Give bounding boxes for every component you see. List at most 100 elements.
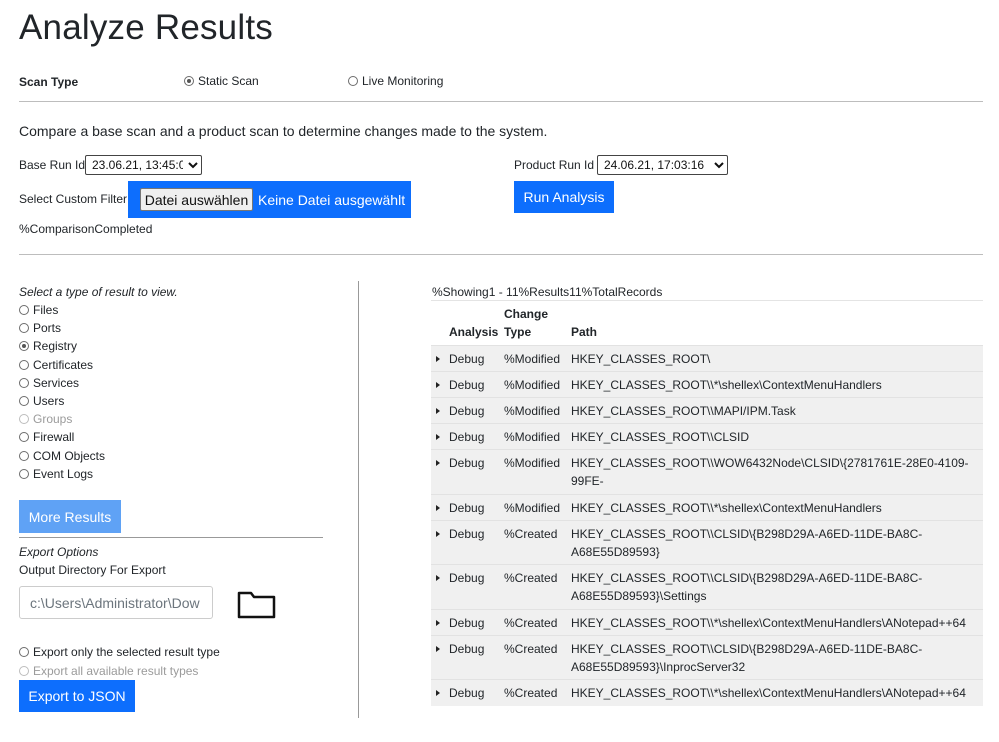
page-title: Analyze Results (19, 8, 273, 47)
header-change-type-line1[interactable]: Change (504, 307, 548, 321)
radio-indicator[interactable] (19, 359, 29, 370)
header-change-type-line2[interactable]: Type (504, 325, 531, 339)
radio-indicator[interactable] (19, 395, 29, 406)
cell-path: HKEY_CLASSES_ROOT\\CLSID\{B298D29A-A6ED-… (571, 569, 922, 605)
table-row[interactable]: Debug %Modified HKEY_CLASSES_ROOT\\*\shell… (431, 371, 983, 398)
cell-analysis: Debug (449, 616, 485, 630)
cell-analysis: Debug (449, 686, 485, 700)
result-type-com-objects[interactable]: COM Objects (19, 447, 105, 465)
export-json-button[interactable]: Export to JSON (19, 680, 135, 712)
result-type-label: Registry (33, 339, 78, 354)
expand-caret-icon[interactable] (436, 460, 440, 466)
cell-change-type: %Modified (504, 378, 561, 392)
cell-path-line1: HKEY_CLASSES_ROOT\\MAPI/IPM.Task (571, 404, 796, 418)
cell-analysis: Debug (449, 352, 485, 366)
result-type-event-logs[interactable]: Event Logs (19, 465, 105, 483)
base-run-select[interactable]: 23.06.21, 13:45:09 (85, 155, 202, 175)
expand-caret-icon[interactable] (436, 408, 440, 414)
radio-indicator[interactable] (19, 432, 29, 443)
result-type-files[interactable]: Files (19, 301, 105, 319)
product-run-select[interactable]: 24.06.21, 17:03:16 (597, 155, 728, 175)
table-row[interactable]: Debug %Modified HKEY_CLASSES_ROOT\\*\shell… (431, 494, 983, 521)
cell-path: HKEY_CLASSES_ROOT\\*\shellex\ContextMenu… (571, 499, 882, 517)
result-type-label: Certificates (33, 357, 94, 372)
cell-path-line1: HKEY_CLASSES_ROOT\\WOW6432Node\CLSID\{27… (571, 456, 969, 488)
live-monitoring-radio[interactable]: Live Monitoring (348, 74, 443, 88)
more-results-button[interactable]: More Results (19, 500, 121, 533)
cell-path-line1: HKEY_CLASSES_ROOT\\*\shellex\ContextMenu… (571, 616, 966, 630)
cell-path-line1: HKEY_CLASSES_ROOT\\CLSID\{B298D29A-A6ED-… (571, 642, 923, 656)
expand-caret-icon[interactable] (436, 575, 440, 581)
result-type-firewall[interactable]: Firewall (19, 428, 105, 446)
table-row[interactable]: Debug %Created HKEY_CLASSES_ROOT\\CLSID\{B… (431, 520, 983, 565)
cell-change-type: %Modified (504, 430, 561, 444)
radio-indicator[interactable] (19, 377, 29, 388)
table-row[interactable]: Debug %Created HKEY_CLASSES_ROOT\\*\shelle… (431, 609, 983, 636)
header-analysis[interactable]: Analysis (449, 325, 498, 339)
result-type-label: Event Logs (33, 466, 94, 481)
product-run-label: Product Run Id (514, 158, 595, 172)
expand-caret-icon[interactable] (436, 531, 440, 537)
cell-analysis: Debug (449, 378, 485, 392)
cell-analysis: Debug (449, 404, 485, 418)
export-selected-radio[interactable]: Export only the selected result type (19, 645, 220, 659)
cell-path: HKEY_CLASSES_ROOT\\*\shellex\ContextMenu… (571, 614, 966, 632)
cell-path-line1: HKEY_CLASSES_ROOT\\*\shellex\ContextMenu… (571, 501, 882, 515)
radio-indicator[interactable] (19, 341, 29, 352)
header-path[interactable]: Path (571, 325, 597, 339)
radio-indicator[interactable] (19, 468, 29, 479)
radio-indicator[interactable] (19, 323, 29, 334)
choose-file-button[interactable]: Datei auswählen (140, 188, 253, 211)
table-row[interactable]: Debug %Created HKEY_CLASSES_ROOT\\*\shelle… (431, 679, 983, 706)
expand-caret-icon[interactable] (436, 382, 440, 388)
result-type-groups: Groups (19, 410, 105, 428)
expand-caret-icon[interactable] (436, 505, 440, 511)
cell-analysis: Debug (449, 456, 485, 470)
table-row[interactable]: Debug %Created HKEY_CLASSES_ROOT\\CLSID\{B… (431, 635, 983, 680)
cell-path: HKEY_CLASSES_ROOT\\CLSID\{B298D29A-A6ED-… (571, 525, 922, 561)
cell-path: HKEY_CLASSES_ROOT\\MAPI/IPM.Task (571, 402, 796, 420)
cell-path-line2: A68E55D89593}\Settings (571, 589, 707, 603)
expand-caret-icon[interactable] (436, 620, 440, 626)
result-type-label: Groups (33, 412, 73, 427)
cell-analysis: Debug (449, 527, 485, 541)
table-row[interactable]: Debug %Modified HKEY_CLASSES_ROOT\\WOW6432… (431, 449, 983, 506)
custom-filter-label: Select Custom Filter (19, 192, 128, 206)
expand-caret-icon[interactable] (436, 646, 440, 652)
cell-change-type: %Modified (504, 404, 561, 418)
radio-indicator[interactable] (19, 305, 29, 315)
radio-indicator[interactable] (19, 647, 29, 657)
result-type-certificates[interactable]: Certificates (19, 356, 105, 374)
expand-caret-icon[interactable] (436, 356, 440, 362)
cell-path: HKEY_CLASSES_ROOT\\CLSID\{B298D29A-A6ED-… (571, 640, 922, 676)
cell-change-type: %Modified (504, 456, 561, 470)
expand-caret-icon[interactable] (436, 434, 440, 440)
result-type-list: Files Ports Registry Certificates Servic… (19, 301, 105, 483)
cell-analysis: Debug (449, 501, 485, 515)
cell-path-line1: HKEY_CLASSES_ROOT\\CLSID\{B298D29A-A6ED-… (571, 527, 923, 541)
table-row[interactable]: Debug %Modified HKEY_CLASSES_ROOT\ (431, 345, 983, 372)
export-all-label: Export all available result types (33, 664, 199, 678)
radio-indicator[interactable] (184, 76, 194, 86)
result-type-ports[interactable]: Ports (19, 319, 105, 337)
file-input[interactable]: Datei auswählen Keine Datei ausgewählt (128, 181, 411, 218)
table-row[interactable]: Debug %Created HKEY_CLASSES_ROOT\\CLSID\{B… (431, 564, 983, 610)
cell-analysis: Debug (449, 642, 485, 656)
cell-path: HKEY_CLASSES_ROOT\\*\shellex\ContextMenu… (571, 684, 966, 702)
radio-indicator (19, 666, 29, 676)
cell-change-type: %Created (504, 527, 558, 541)
result-type-registry[interactable]: Registry (19, 337, 105, 355)
run-analysis-button[interactable]: Run Analysis (514, 181, 614, 213)
radio-indicator[interactable] (19, 450, 29, 461)
export-dir-input[interactable] (19, 586, 213, 619)
result-type-services[interactable]: Services (19, 374, 105, 392)
table-row[interactable]: Debug %Modified HKEY_CLASSES_ROOT\\MAPI/IP… (431, 397, 983, 424)
expand-caret-icon[interactable] (436, 690, 440, 696)
static-scan-radio[interactable]: Static Scan (184, 74, 259, 88)
radio-indicator[interactable] (348, 76, 358, 86)
folder-icon[interactable] (237, 589, 277, 622)
live-monitoring-label: Live Monitoring (362, 74, 444, 88)
cell-path-line1: HKEY_CLASSES_ROOT\\*\shellex\ContextMenu… (571, 686, 966, 700)
table-row[interactable]: Debug %Modified HKEY_CLASSES_ROOT\\CLSID (431, 423, 983, 450)
result-type-users[interactable]: Users (19, 392, 105, 410)
